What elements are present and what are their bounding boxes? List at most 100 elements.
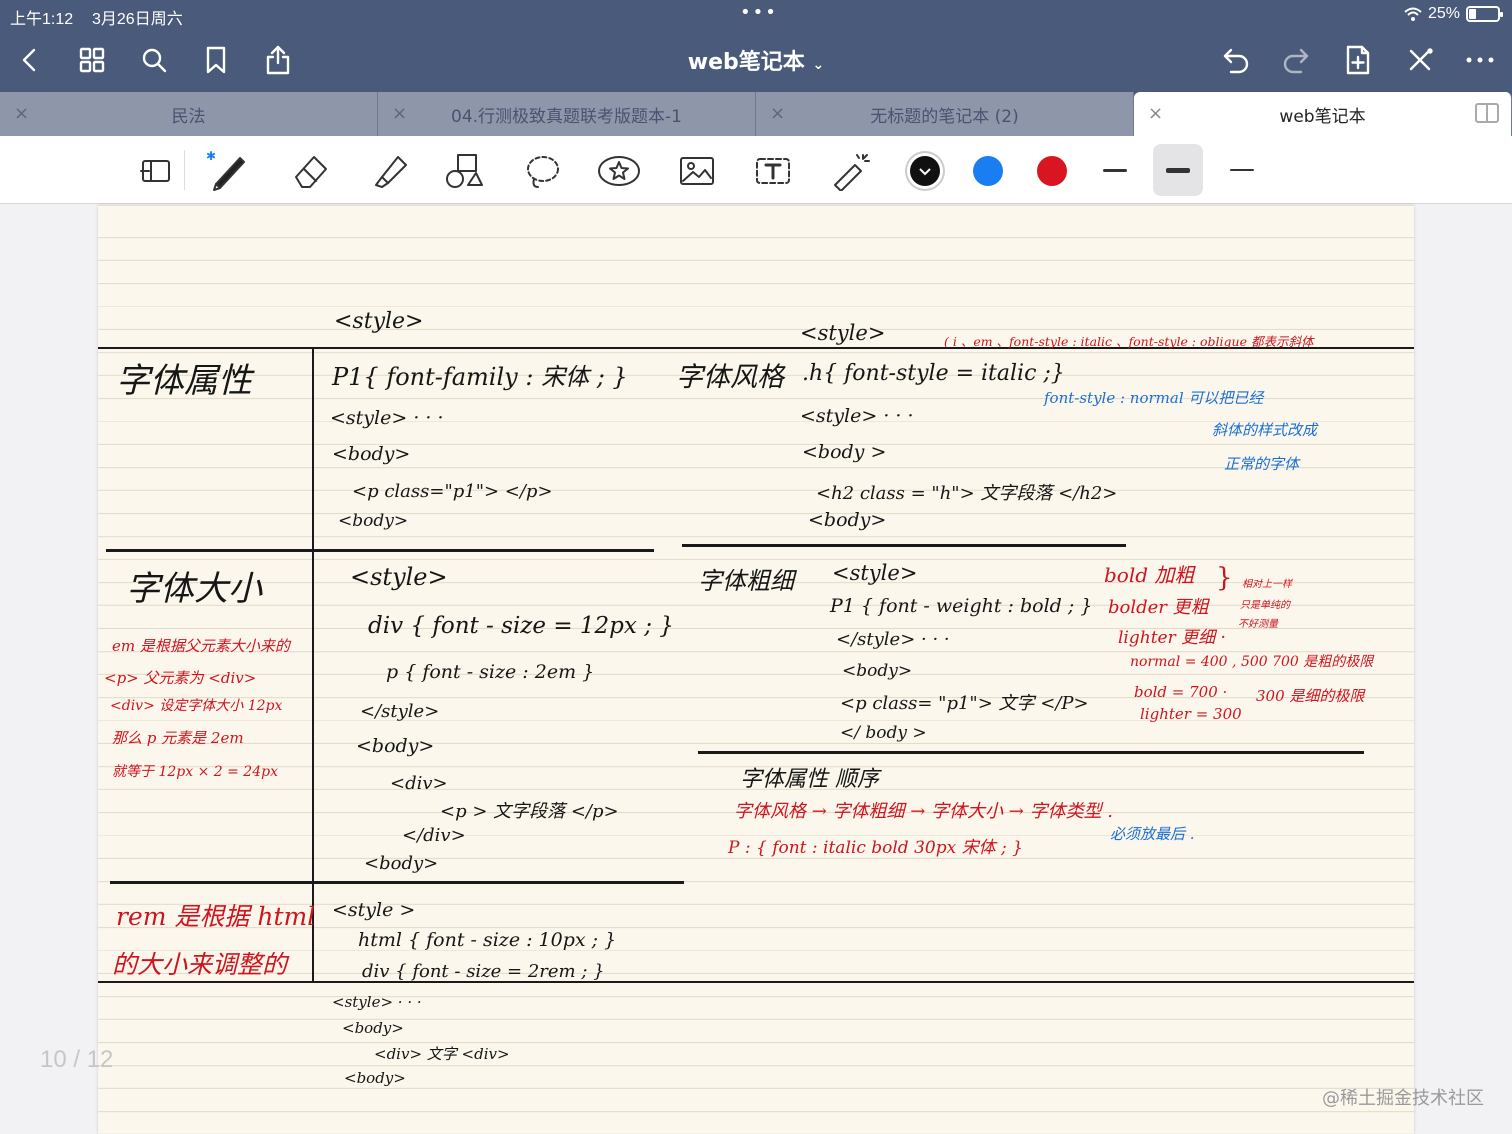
code-line: <style> [350, 563, 448, 591]
code-line: <p > 文字段落 </p> [440, 801, 619, 822]
section-rule [98, 981, 1414, 983]
note-italic-red: ( i 、em 、font-style : italic 、font-style… [944, 334, 1314, 349]
multitasking-dots-icon[interactable]: ••• [740, 2, 778, 23]
notebook-title-text[interactable]: web笔记本 [688, 50, 805, 75]
note-weight-red: 相对上一样 [1242, 579, 1292, 590]
sticker-icon[interactable] [596, 148, 642, 194]
color-swatch-red[interactable] [1037, 156, 1067, 186]
watermark: @稀土掘金技术社区 [1322, 1088, 1484, 1109]
note-weight-red: bold = 700 · [1134, 683, 1228, 701]
battery-fill [1469, 9, 1476, 19]
tab-close-icon[interactable]: × [392, 103, 407, 124]
note-weight-red: 300 是细的极限 [1256, 687, 1365, 705]
note-weight-red: lighter 更细 · [1118, 628, 1226, 648]
column-rule [312, 347, 314, 983]
code-line: html { font - size : 10px ; } [358, 929, 617, 951]
chevron-down-icon[interactable]: ⌄ [812, 57, 824, 73]
undo-icon[interactable] [1216, 40, 1256, 80]
note-canvas[interactable]: 字体属性 <style> P1{ font-family : 宋体 ; } <s… [0, 205, 1512, 1134]
code-line: <style> · · · [330, 407, 444, 429]
note-weight-red: bolder 更粗 [1108, 597, 1209, 618]
code-line: <body> [332, 443, 411, 465]
note-weight-red: lighter = 300 [1140, 705, 1242, 723]
tab-close-icon[interactable]: × [1148, 103, 1163, 124]
search-icon[interactable] [134, 40, 174, 80]
tab-label: 民法 [171, 106, 206, 127]
tab-label: web笔记本 [1279, 106, 1366, 127]
navigation-bar: 上午1:12 3月26日周六 ••• 25% web笔记本 ⌄ [0, 0, 1512, 92]
status-time: 上午1:12 [10, 11, 74, 28]
shapes-icon[interactable] [442, 148, 488, 194]
battery-icon [1466, 6, 1503, 22]
note-order-red: 字体风格 → 字体粗细 → 字体大小 → 字体类型 . [734, 801, 1114, 822]
code-line: <body> [842, 661, 913, 681]
tab-untitled[interactable]: × 无标题的笔记本 (2) [756, 92, 1134, 136]
tab-web-notebook[interactable]: × web笔记本 [1134, 92, 1512, 136]
tab-xingce[interactable]: × 04.行测极致真题联考版题本-1 [378, 92, 756, 136]
heading-font-properties: 字体属性 [116, 361, 252, 401]
note-weight-red: bold 加粗 [1104, 563, 1195, 587]
lasso-page-icon[interactable] [132, 148, 178, 194]
code-line: </style> · · · [836, 629, 950, 650]
brace-icon: } [1216, 563, 1233, 593]
grid-icon[interactable] [72, 40, 112, 80]
color-swatch-black[interactable] [910, 156, 940, 186]
pen-icon[interactable]: ✱ [206, 148, 252, 194]
code-line: p { font - size : 2em } [386, 661, 595, 683]
code-line: <body> [342, 1019, 404, 1037]
code-line: <body> [808, 509, 887, 531]
status-indicators: 25% [1404, 5, 1503, 23]
lasso-icon[interactable] [520, 148, 566, 194]
note-order-red: P : { font : italic bold 30px 宋体 ; } [728, 838, 1023, 858]
more-icon[interactable] [1460, 40, 1500, 80]
redo-icon[interactable] [1276, 40, 1316, 80]
section-rule [106, 549, 654, 552]
close-x-icon[interactable] [1400, 40, 1440, 80]
code-line: <body > [802, 441, 887, 463]
code-line: div { font - size = 2rem ; } [362, 961, 605, 982]
code-line: <style> [334, 309, 424, 334]
color-swatch-blue[interactable] [973, 156, 1003, 186]
note-rem-red: 的大小来调整的 [112, 950, 288, 979]
bookmark-icon[interactable] [196, 40, 236, 80]
code-line: </ body > [840, 723, 927, 743]
note-weight-red: 只是单纯的 [1240, 600, 1290, 611]
note-em-red: 就等于 12px × 2 = 24px [112, 764, 278, 780]
thickness-medium[interactable] [1153, 144, 1203, 196]
share-icon[interactable] [258, 40, 298, 80]
split-view-icon[interactable] [1475, 103, 1499, 123]
laser-pointer-icon[interactable] [828, 148, 874, 194]
code-line: div { font - size = 12px ; } [368, 613, 674, 639]
code-line: <style> [800, 321, 886, 345]
notebook-page[interactable]: 字体属性 <style> P1{ font-family : 宋体 ; } <s… [98, 205, 1414, 1134]
code-line: <body> [356, 735, 435, 757]
thickness-thin[interactable] [1090, 144, 1140, 196]
code-line: </style> [360, 701, 440, 722]
code-line: </div> [402, 825, 466, 846]
wifi-icon [1404, 7, 1422, 21]
eraser-icon[interactable] [288, 148, 334, 194]
highlighter-icon[interactable] [366, 148, 412, 194]
section-rule [110, 881, 684, 884]
back-chevron-icon[interactable] [10, 40, 50, 80]
tab-close-icon[interactable]: × [14, 103, 29, 124]
section-rule [682, 544, 1126, 547]
tab-minfa[interactable]: × 民法 [0, 92, 378, 136]
code-line: P1 { font - weight : bold ; } [830, 595, 1093, 617]
add-page-icon[interactable] [1338, 40, 1378, 80]
note-order-blue: 必须放最后 . [1110, 825, 1195, 843]
note-normal-blue: 正常的字体 [1224, 455, 1300, 473]
text-icon[interactable] [750, 148, 796, 194]
svg-text:✱: ✱ [206, 149, 216, 163]
code-line: <style> [832, 561, 918, 585]
tab-label: 04.行测极致真题联考版题本-1 [451, 106, 682, 127]
thickness-thick[interactable] [1217, 144, 1267, 196]
code-line: <body> [364, 853, 439, 874]
tab-close-icon[interactable]: × [770, 103, 785, 124]
code-line: <div> [390, 773, 448, 794]
code-line: .h{ font-style = italic ;} [802, 361, 1065, 386]
note-em-red: em 是根据父元素大小来的 [112, 637, 290, 655]
note-weight-red: normal = 400 , 500 700 是粗的极限 [1130, 654, 1374, 670]
image-icon[interactable] [674, 148, 720, 194]
tab-label: 无标题的笔记本 (2) [870, 106, 1019, 127]
